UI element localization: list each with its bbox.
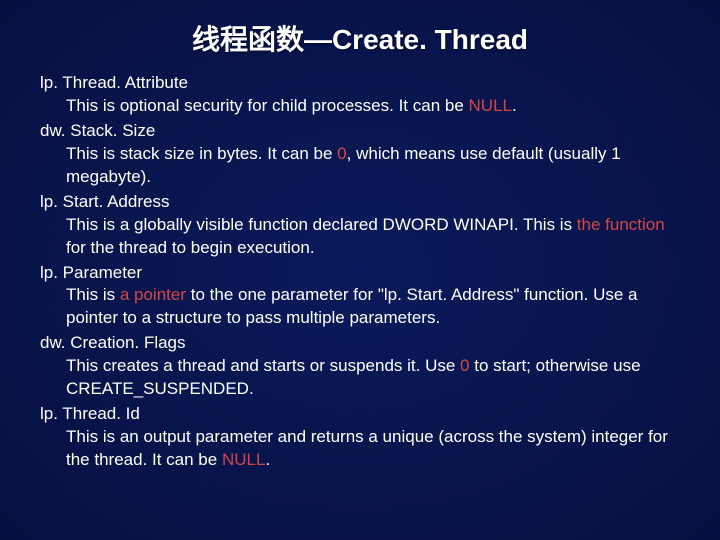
slide-title: 线程函数—Create. Thread <box>40 18 680 58</box>
desc-pre: This creates a thread and starts or susp… <box>66 356 460 375</box>
desc-hl: the function <box>577 215 665 234</box>
desc-pre: This is optional security for child proc… <box>66 96 469 115</box>
desc-pre: This is stack size in bytes. It can be <box>66 144 337 163</box>
param-desc: This creates a thread and starts or susp… <box>40 355 680 401</box>
param-desc: This is stack size in bytes. It can be 0… <box>40 143 680 189</box>
desc-post: for the thread to begin execution. <box>66 238 315 257</box>
content-area: lp. Thread. Attribute This is optional s… <box>40 72 680 472</box>
param-name: lp. Thread. Attribute <box>40 72 680 95</box>
desc-hl: NULL <box>222 450 265 469</box>
desc-post: . <box>512 96 517 115</box>
param-desc: This is optional security for child proc… <box>40 95 680 118</box>
param-desc: This is a globally visible function decl… <box>40 214 680 260</box>
param-name: dw. Creation. Flags <box>40 332 680 355</box>
param-name: lp. Start. Address <box>40 191 680 214</box>
desc-pre: This is <box>66 285 120 304</box>
desc-pre: This is a globally visible function decl… <box>66 215 577 234</box>
param-name: lp. Parameter <box>40 262 680 285</box>
desc-hl: 0 <box>460 356 469 375</box>
param-name: lp. Thread. Id <box>40 403 680 426</box>
param-name: dw. Stack. Size <box>40 120 680 143</box>
desc-hl: a pointer <box>120 285 186 304</box>
param-desc: This is a pointer to the one parameter f… <box>40 284 680 330</box>
desc-post: . <box>265 450 270 469</box>
slide: 线程函数—Create. Thread lp. Thread. Attribut… <box>0 0 720 540</box>
desc-pre: This is an output parameter and returns … <box>66 427 668 469</box>
desc-hl: 0 <box>337 144 346 163</box>
param-desc: This is an output parameter and returns … <box>40 426 680 472</box>
desc-hl: NULL <box>469 96 512 115</box>
